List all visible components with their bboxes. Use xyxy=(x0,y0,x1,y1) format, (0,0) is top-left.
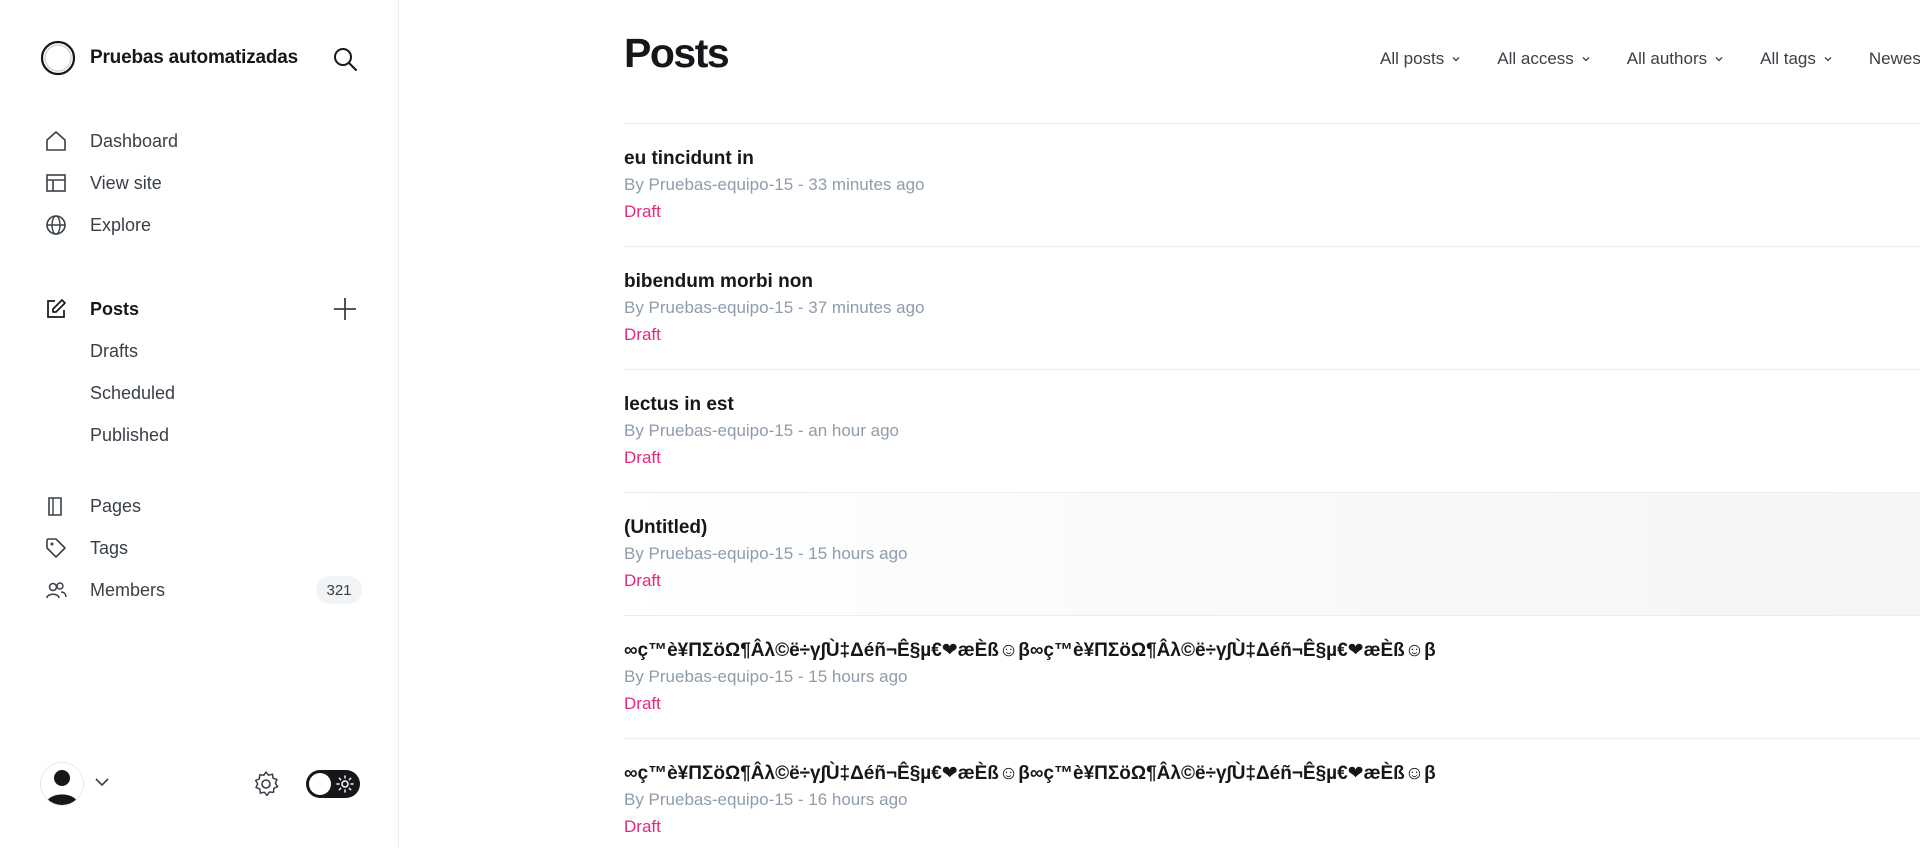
post-status: Draft xyxy=(624,694,661,713)
book-icon xyxy=(44,494,68,518)
sidebar-item-tags[interactable]: Tags xyxy=(44,527,364,569)
sidebar-item-members[interactable]: Members 321 xyxy=(44,569,364,611)
sun-icon xyxy=(336,775,354,793)
post-title: (Untitled) xyxy=(624,517,708,538)
theme-toggle[interactable] xyxy=(306,770,360,798)
globe-icon xyxy=(44,213,68,237)
filter-label: All tags xyxy=(1760,49,1816,68)
tag-icon xyxy=(44,536,68,560)
sidebar-footer xyxy=(40,758,362,808)
post-title: lectus in est xyxy=(624,394,734,415)
site-name: Pruebas automatizadas xyxy=(90,47,299,68)
post-meta: By Pruebas-equipo-15 - an hour ago xyxy=(624,421,900,440)
sidebar-item-posts[interactable]: Posts xyxy=(44,288,364,330)
home-icon xyxy=(44,129,68,153)
chevron-down-icon xyxy=(1452,57,1460,62)
sidebar-item-label: Pages xyxy=(90,495,142,516)
sidebar-item-label: Dashboard xyxy=(90,130,179,151)
sidebar-item-drafts[interactable]: Drafts xyxy=(44,330,364,372)
filter-tags-dropdown[interactable]: All tags xyxy=(1760,49,1833,69)
sidebar-item-label: Explore xyxy=(90,214,152,235)
post-title: eu tincidunt in xyxy=(624,148,754,169)
sidebar-item-pages[interactable]: Pages xyxy=(44,485,364,527)
edit-icon xyxy=(44,297,68,321)
post-meta: By Pruebas-equipo-15 - 33 minutes ago xyxy=(624,175,925,194)
sidebar: Pruebas automatizadas Dashboard View sit… xyxy=(0,0,399,847)
page-title: Posts xyxy=(624,30,730,76)
post-title: ∞ç™è¥ΠΣöΩ¶Âλ©ë÷γ∫Ù‡Δéñ¬Ê§µ€❤æÈß☺β∞ç™è¥ΠΣ… xyxy=(624,640,1436,661)
layout-icon xyxy=(44,171,68,195)
sidebar-item-published[interactable]: Published xyxy=(44,414,364,456)
filter-label: All authors xyxy=(1626,49,1708,68)
post-meta: By Pruebas-equipo-15 - 37 minutes ago xyxy=(624,298,925,317)
chevron-down-icon[interactable] xyxy=(94,774,110,790)
sidebar-item-view-site[interactable]: View site xyxy=(44,162,364,204)
filter-label: Newest first xyxy=(1868,49,1920,68)
post-status: Draft xyxy=(624,817,661,836)
post-title: bibendum morbi non xyxy=(624,271,813,292)
post-row[interactable]: (Untitled) By Pruebas-equipo-15 - 15 hou… xyxy=(624,492,1920,615)
secondary-nav: Pages Tags Members 321 xyxy=(44,485,364,611)
sidebar-item-label: View site xyxy=(90,172,162,193)
filter-type-dropdown[interactable]: All posts xyxy=(1380,49,1461,69)
search-icon[interactable] xyxy=(332,46,358,72)
filter-label: All access xyxy=(1497,49,1574,68)
sidebar-item-label: Members xyxy=(90,579,166,600)
sidebar-item-dashboard[interactable]: Dashboard xyxy=(44,120,364,162)
post-row[interactable]: ∞ç™è¥ΠΣöΩ¶Âλ©ë÷γ∫Ù‡Δéñ¬Ê§µ€❤æÈß☺β∞ç™è¥ΠΣ… xyxy=(624,615,1920,738)
site-brand[interactable]: Pruebas automatizadas xyxy=(40,40,298,76)
user-avatar-icon[interactable] xyxy=(40,762,84,806)
post-list: eu tincidunt in By Pruebas-equipo-15 - 3… xyxy=(624,123,1920,861)
sidebar-item-explore[interactable]: Explore xyxy=(44,204,364,246)
post-meta: By Pruebas-equipo-15 - 16 hours ago xyxy=(624,790,908,809)
filter-authors-dropdown[interactable]: All authors xyxy=(1627,49,1724,69)
post-meta: By Pruebas-equipo-15 - 15 hours ago xyxy=(624,544,908,563)
filter-access-dropdown[interactable]: All access xyxy=(1497,49,1591,69)
sidebar-item-label: Posts xyxy=(90,298,140,319)
post-status: Draft xyxy=(624,448,661,467)
post-meta: By Pruebas-equipo-15 - 15 hours ago xyxy=(624,667,908,686)
post-filters: All posts All access All authors All tag… xyxy=(1380,49,1920,69)
chevron-down-icon xyxy=(1715,57,1723,62)
primary-nav: Dashboard View site Explore xyxy=(44,120,364,246)
filter-label: All posts xyxy=(1380,49,1445,68)
chevron-down-icon xyxy=(1582,57,1590,62)
filter-sort-dropdown[interactable]: Newest first xyxy=(1869,49,1920,69)
members-count-badge: 321 xyxy=(316,576,362,604)
post-row[interactable]: ∞ç™è¥ΠΣöΩ¶Âλ©ë÷γ∫Ù‡Δéñ¬Ê§µ€❤æÈß☺β∞ç™è¥ΠΣ… xyxy=(624,738,1920,861)
chevron-down-icon xyxy=(1824,57,1832,62)
post-status: Draft xyxy=(624,202,661,221)
post-status: Draft xyxy=(624,571,661,590)
sidebar-item-label: Tags xyxy=(90,537,129,558)
toggle-knob xyxy=(309,773,331,795)
post-title: ∞ç™è¥ΠΣöΩ¶Âλ©ë÷γ∫Ù‡Δéñ¬Ê§µ€❤æÈß☺β∞ç™è¥ΠΣ… xyxy=(624,763,1436,784)
plus-icon[interactable] xyxy=(332,296,358,322)
post-status: Draft xyxy=(624,325,661,344)
members-icon xyxy=(44,578,68,602)
sidebar-item-scheduled[interactable]: Scheduled xyxy=(44,372,364,414)
post-row[interactable]: lectus in est By Pruebas-equipo-15 - an … xyxy=(624,369,1920,492)
post-row[interactable]: bibendum morbi non By Pruebas-equipo-15 … xyxy=(624,246,1920,369)
ghost-logo-icon xyxy=(40,40,76,76)
post-row[interactable]: eu tincidunt in By Pruebas-equipo-15 - 3… xyxy=(624,123,1920,246)
gear-icon[interactable] xyxy=(252,770,280,798)
content-nav: Posts Drafts Scheduled Published xyxy=(44,288,364,456)
